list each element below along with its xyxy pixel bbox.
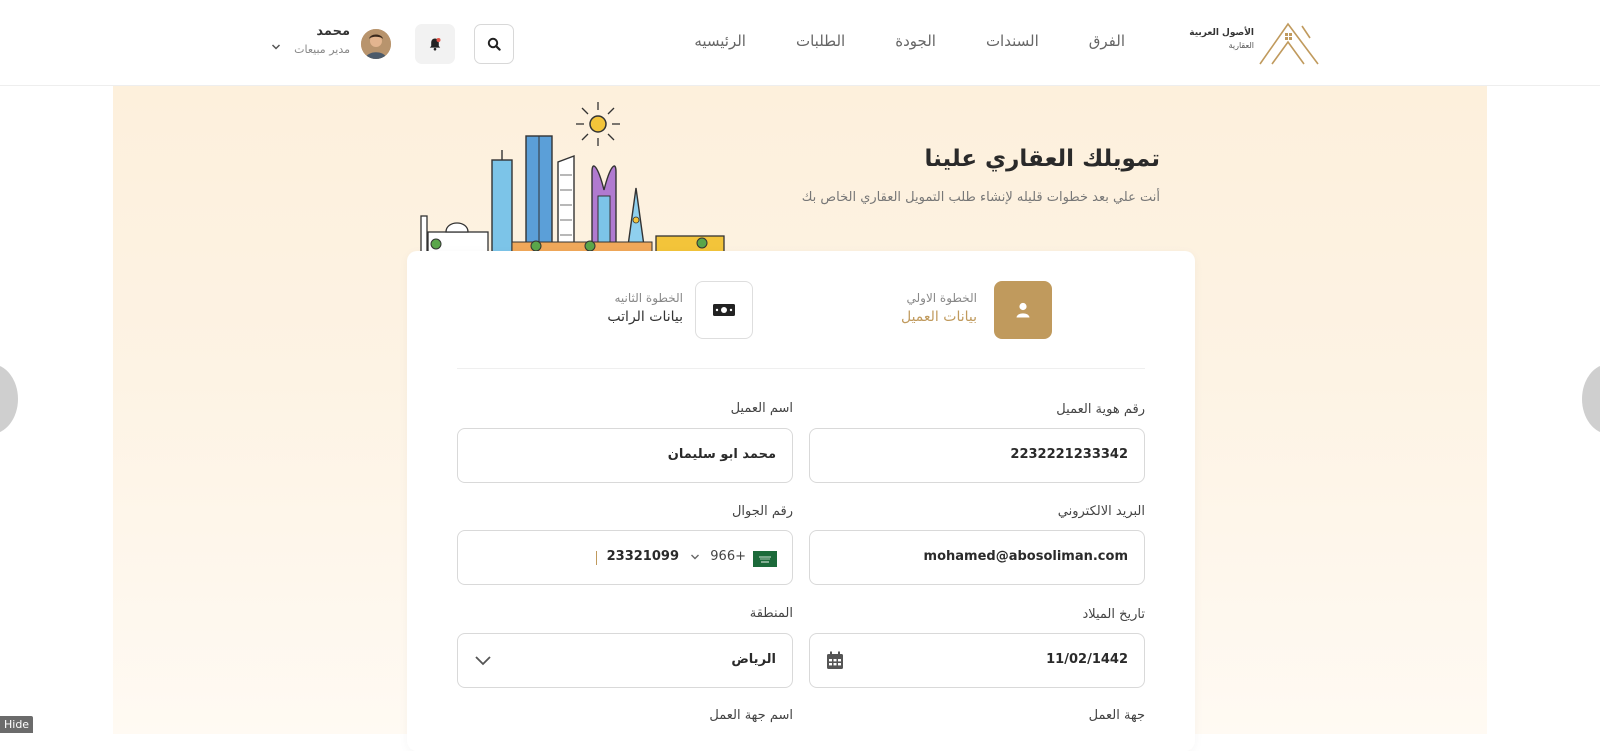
client-name-value: محمد ابو سليمان [667, 447, 776, 462]
chevron-down-icon [475, 656, 491, 666]
flag-emblem [753, 551, 777, 567]
step-1-text[interactable]: الخطوة الاولي بيانات العميل [901, 291, 977, 325]
hero-subtitle: أنت علي بعد خطوات قليله لإنشاء طلب التمو… [801, 190, 1160, 205]
logo-line2: العقارية [1228, 41, 1254, 50]
step-2-label: بيانات الراتب [607, 309, 683, 325]
user-icon [1016, 302, 1030, 318]
birth-date-label: تاريخ الميلاد [1082, 607, 1145, 622]
request-form-card: الخطوة الاولي بيانات العميل الخطوة الثان… [407, 251, 1195, 751]
nav-item-teams[interactable]: الفرق [1089, 32, 1125, 50]
region-select[interactable]: الرياض [457, 633, 793, 688]
chevron-down-icon[interactable] [271, 43, 281, 51]
carousel-next-button[interactable] [1582, 364, 1600, 434]
nav-item-requests[interactable]: الطلبات [796, 32, 845, 50]
birth-date-value: 11/02/1442 [1046, 652, 1128, 667]
top-header: الأصول العربية العقارية الرئيسيه الطلبات… [0, 0, 1600, 86]
logo-text: الأصول العربية العقارية [1189, 28, 1254, 50]
chevron-down-icon[interactable] [690, 553, 700, 561]
email-label: البريد الالكتروني [1057, 504, 1145, 519]
main-nav: الرئيسيه الطلبات الجودة السندات الفرق [694, 32, 1125, 50]
id-number-label: رقم هوية العميل [1056, 402, 1145, 417]
client-name-field[interactable]: محمد ابو سليمان [457, 428, 793, 483]
calendar-icon[interactable] [826, 651, 844, 670]
riyadh-skyline-illustration [420, 102, 725, 253]
phone-field[interactable]: 966+ 23321099 [457, 530, 793, 585]
step-1-number: الخطوة الاولي [906, 291, 977, 305]
nav-item-bonds[interactable]: السندات [986, 32, 1039, 50]
region-label: المنطقة [749, 606, 793, 621]
email-field[interactable]: mohamed@abosoliman.com [809, 530, 1145, 585]
search-button[interactable] [474, 24, 514, 64]
step-1-tab[interactable] [994, 281, 1052, 339]
phone-value: 23321099 [606, 549, 679, 564]
email-value: mohamed@abosoliman.com [923, 549, 1128, 564]
nav-item-quality[interactable]: الجودة [895, 32, 936, 50]
steps-divider [457, 368, 1145, 369]
nav-item-home[interactable]: الرئيسيه [694, 32, 746, 50]
search-icon [487, 37, 501, 51]
id-number-field[interactable]: 2232221233342 [809, 428, 1145, 483]
avatar[interactable] [361, 29, 391, 59]
employer-type-label: جهة العمل [1088, 708, 1145, 723]
user-role: مدير مبيعات [294, 43, 350, 56]
logo-line1: الأصول العربية [1189, 28, 1254, 38]
step-1-label: بيانات العميل [900, 309, 977, 325]
avatar-image [361, 29, 391, 59]
region-value: الرياض [731, 652, 776, 667]
step-2-text[interactable]: الخطوة الثانيه بيانات الراتب [607, 291, 683, 325]
country-code[interactable]: 966+ [710, 549, 746, 564]
birth-date-field[interactable]: 11/02/1442 [809, 633, 1145, 688]
phone-label: رقم الجوال [731, 504, 793, 519]
user-name: محمد [316, 24, 350, 39]
logo[interactable]: الأصول العربية العقارية [1189, 20, 1322, 66]
hide-button[interactable]: Hide [0, 716, 34, 733]
notifications-button[interactable] [415, 24, 455, 64]
text-cursor [596, 551, 597, 565]
bell-icon [429, 38, 441, 51]
step-2-tab[interactable] [695, 281, 753, 339]
client-name-label: اسم العميل [730, 401, 793, 416]
id-number-value: 2232221233342 [1010, 447, 1128, 462]
house-logo-icon [1259, 22, 1319, 65]
employer-name-label: اسم جهة العمل [709, 708, 793, 723]
step-2-number: الخطوة الثانيه [614, 291, 683, 305]
money-icon [713, 304, 735, 316]
carousel-prev-button[interactable] [0, 364, 18, 434]
hero-title: تمويلك العقاري علينا [924, 146, 1160, 172]
saudi-flag-icon[interactable] [753, 551, 777, 567]
